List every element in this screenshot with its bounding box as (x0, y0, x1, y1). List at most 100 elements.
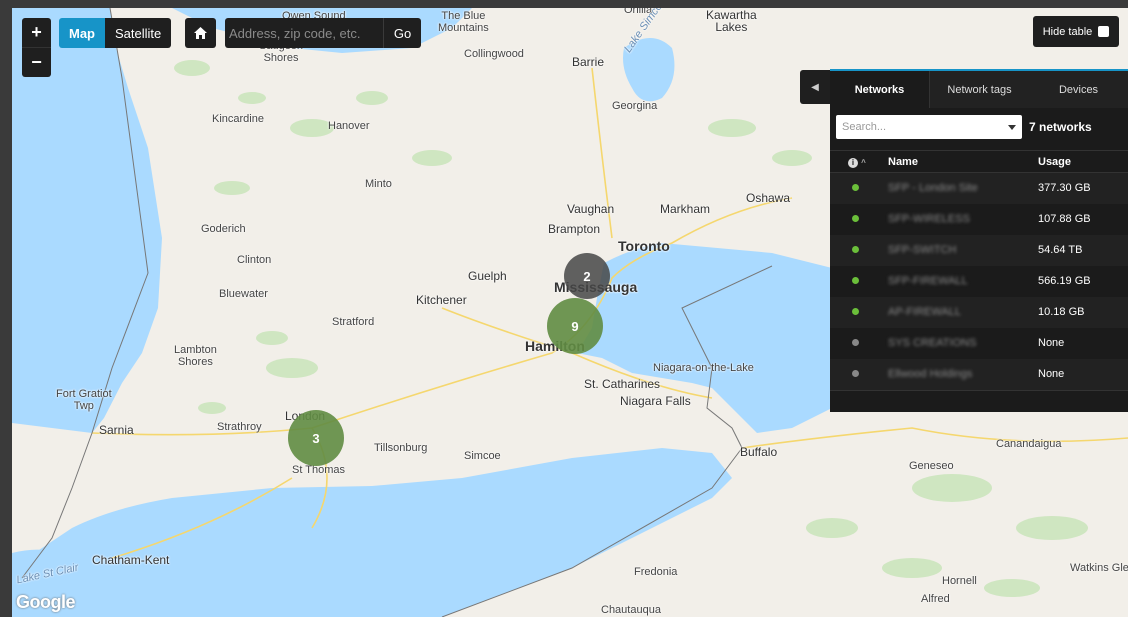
network-usage: 107.88 GB (1038, 203, 1128, 235)
zoom-control: + − (22, 18, 51, 77)
place-markham: Markham (660, 202, 711, 216)
networks-table: i ^ Name Usage SFP - London Site 377.30 … (830, 150, 1128, 390)
collapse-panel-button[interactable]: ◀ (800, 70, 830, 104)
table-row[interactable]: SFP-FIREWALL 566.19 GB (830, 265, 1128, 297)
place-toronto: Toronto (618, 238, 670, 254)
place-barrie: Barrie (572, 55, 605, 69)
network-name[interactable]: SFP-FIREWALL (888, 275, 968, 287)
place-stratford: Stratford (332, 316, 375, 328)
place-the-blue-mountains: The Blue Mountains (438, 10, 489, 34)
usage-column-header[interactable]: Usage (1038, 150, 1128, 173)
place-geneseo: Geneseo (909, 460, 954, 472)
place-vaughan: Vaughan (567, 202, 615, 216)
tab-devices[interactable]: Devices (1029, 71, 1128, 108)
place-tillsonburg: Tillsonburg (374, 442, 428, 454)
place-canandaigua: Canandaigua (996, 438, 1062, 450)
table-row[interactable]: Ellwood Holdings None (830, 358, 1128, 390)
network-usage: None (1038, 327, 1128, 359)
status-online-icon (852, 277, 859, 284)
network-count: 7 networks (1029, 120, 1092, 134)
place-fort-gratiot: Fort Gratiot Twp (56, 388, 112, 412)
network-name[interactable]: SFP-WIRELESS (888, 213, 970, 225)
hide-table-label: Hide table (1042, 25, 1093, 38)
place-strathroy: Strathroy (217, 421, 262, 433)
place-kitchener: Kitchener (416, 293, 467, 307)
place-chautauqua: Chautauqua (601, 604, 661, 616)
place-niagara-falls: Niagara Falls (620, 394, 691, 408)
status-offline-icon (852, 339, 859, 346)
network-usage: 54.64 TB (1038, 234, 1128, 266)
name-column-header[interactable]: Name (888, 150, 1038, 173)
network-name[interactable]: AP-FIREWALL (888, 306, 961, 318)
hide-table-checkbox[interactable] (1098, 26, 1110, 37)
place-hanover: Hanover (328, 120, 370, 132)
search-placeholder: Search... (842, 121, 887, 133)
table-row[interactable]: AP-FIREWALL 10.18 GB (830, 296, 1128, 328)
place-minto: Minto (365, 178, 392, 190)
place-watkins-glen: Watkins Gle (1070, 562, 1128, 574)
network-usage: 566.19 GB (1038, 265, 1128, 297)
place-kincardine: Kincardine (212, 113, 264, 125)
table-row[interactable]: SFP-WIRELESS 107.88 GB (830, 203, 1128, 235)
sort-asc-icon: ^ (861, 157, 866, 167)
status-online-icon (852, 215, 859, 222)
map-type-toggle: Map Satellite (59, 18, 172, 48)
table-row[interactable]: SFP-SWITCH 54.64 TB (830, 234, 1128, 266)
panel-footer (830, 390, 1128, 412)
tab-networks[interactable]: Networks (830, 71, 930, 108)
place-alfred: Alfred (921, 593, 950, 605)
network-usage: None (1038, 358, 1128, 390)
map-cluster-marker[interactable]: 3 (288, 410, 344, 466)
networks-panel: Networks Network tags Devices Search... … (830, 69, 1128, 412)
place-clinton: Clinton (237, 254, 272, 266)
home-icon (194, 27, 207, 39)
tab-network-tags[interactable]: Network tags (930, 71, 1029, 108)
network-search-dropdown[interactable]: Search... (836, 115, 1022, 139)
window-left-edge (0, 0, 12, 617)
zoom-out-button[interactable]: − (22, 47, 51, 77)
go-button[interactable]: Go (383, 18, 421, 48)
place-georgina: Georgina (612, 100, 658, 112)
network-name[interactable]: SFP-SWITCH (888, 244, 956, 256)
place-hornell: Hornell (942, 575, 977, 587)
status-online-icon (852, 246, 859, 253)
table-row[interactable]: SFP - London Site 377.30 GB (830, 172, 1128, 204)
status-online-icon (852, 308, 859, 315)
network-name[interactable]: Ellwood Holdings (888, 368, 972, 380)
status-online-icon (852, 184, 859, 192)
place-bluewater: Bluewater (219, 288, 268, 300)
place-fredonia: Fredonia (634, 566, 678, 578)
address-input[interactable] (225, 18, 383, 48)
place-simcoe: Simcoe (464, 450, 501, 462)
status-column-header[interactable]: i ^ (830, 150, 888, 173)
google-logo: Google (16, 592, 76, 612)
place-sarnia: Sarnia (99, 423, 134, 437)
chevron-left-icon: ◀ (811, 81, 819, 93)
table-row[interactable]: SYS CREATIONS None (830, 327, 1128, 359)
map-cluster-marker[interactable]: 9 (547, 298, 603, 354)
zoom-in-button[interactable]: + (22, 18, 51, 47)
panel-search-row: Search... 7 networks (830, 108, 1128, 146)
home-button[interactable] (185, 18, 216, 48)
map-type-satellite-button[interactable]: Satellite (105, 18, 172, 48)
network-name[interactable]: SYS CREATIONS (888, 337, 976, 349)
map-type-map-button[interactable]: Map (59, 18, 105, 48)
place-chatham-kent: Chatham-Kent (92, 553, 170, 567)
place-lambton-shores: Lambton Shores (174, 344, 217, 368)
panel-tabs: Networks Network tags Devices (830, 71, 1128, 108)
place-kawartha-lakes: Kawartha Lakes (706, 8, 757, 34)
place-niagara-on-the-lake: Niagara-on-the-Lake (653, 362, 754, 374)
address-search: Go (225, 18, 421, 48)
place-collingwood: Collingwood (464, 48, 524, 60)
place-st-catharines: St. Catharines (584, 377, 661, 391)
window-top-edge (0, 0, 1128, 8)
network-usage: 377.30 GB (1038, 172, 1128, 204)
network-name[interactable]: SFP - London Site (888, 182, 978, 194)
hide-table-toggle[interactable]: Hide table (1033, 16, 1119, 47)
place-goderich: Goderich (201, 223, 246, 235)
dropdown-caret-icon (1008, 124, 1016, 130)
map-cluster-marker[interactable]: 2 (564, 253, 610, 299)
info-icon: i (848, 157, 858, 168)
place-oshawa: Oshawa (746, 191, 791, 205)
status-offline-icon (852, 370, 859, 377)
